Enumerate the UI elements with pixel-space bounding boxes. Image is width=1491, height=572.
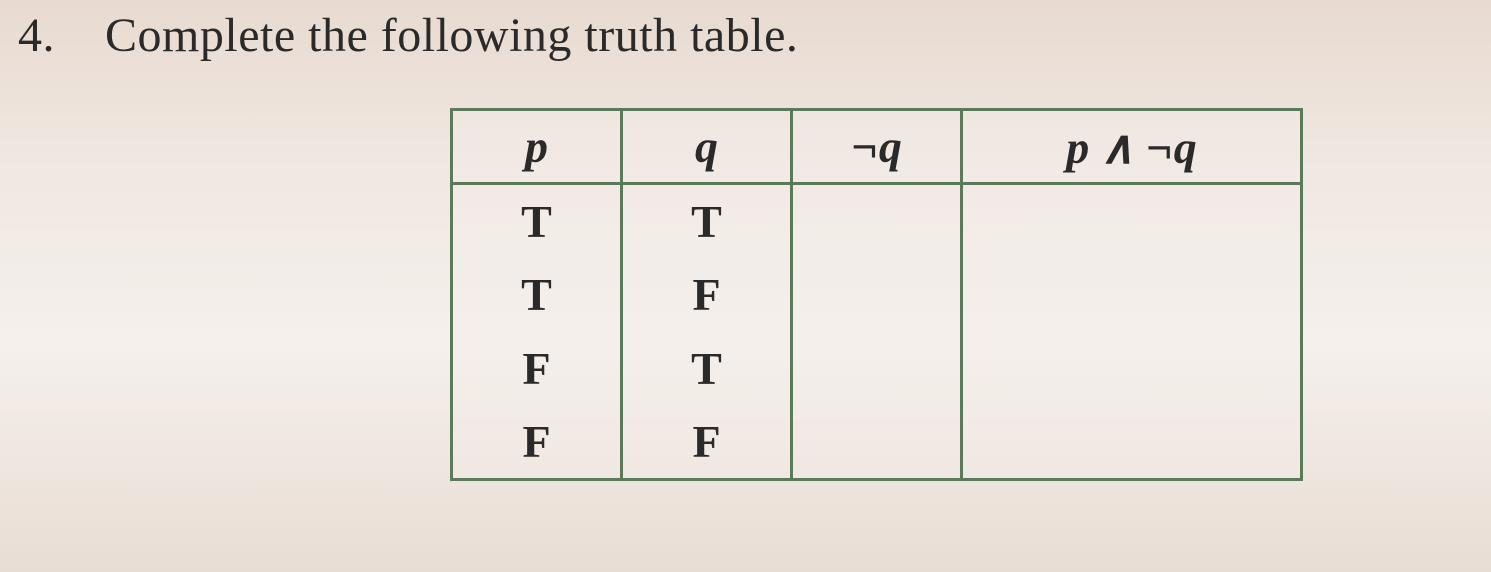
cell-p-and-not-q: [962, 184, 1302, 258]
cell-p: T: [452, 184, 622, 258]
col-header-q: q: [622, 110, 792, 184]
cell-p-and-not-q: [962, 332, 1302, 406]
cell-not-q: [792, 184, 962, 258]
truth-table-container: p q ¬q p ∧ ¬q T T T F F T: [450, 108, 1303, 481]
table-row: F T: [452, 332, 1302, 406]
col-header-p-and-not-q: p ∧ ¬q: [962, 110, 1302, 184]
cell-q: F: [622, 258, 792, 332]
cell-not-q: [792, 258, 962, 332]
question-prompt: 4. Complete the following truth table.: [18, 8, 798, 63]
question-number: 4.: [18, 9, 55, 62]
cell-q: T: [622, 184, 792, 258]
cell-p-and-not-q: [962, 258, 1302, 332]
cell-p: F: [452, 332, 622, 406]
cell-p: F: [452, 406, 622, 480]
cell-not-q: [792, 406, 962, 480]
table-row: T T: [452, 184, 1302, 258]
cell-p: T: [452, 258, 622, 332]
col-header-p: p: [452, 110, 622, 184]
cell-q: T: [622, 332, 792, 406]
col-header-not-q: ¬q: [792, 110, 962, 184]
cell-not-q: [792, 332, 962, 406]
table-row: F F: [452, 406, 1302, 480]
cell-p-and-not-q: [962, 406, 1302, 480]
truth-table: p q ¬q p ∧ ¬q T T T F F T: [450, 108, 1303, 481]
cell-q: F: [622, 406, 792, 480]
table-row: T F: [452, 258, 1302, 332]
question-text: Complete the following truth table.: [105, 9, 798, 62]
